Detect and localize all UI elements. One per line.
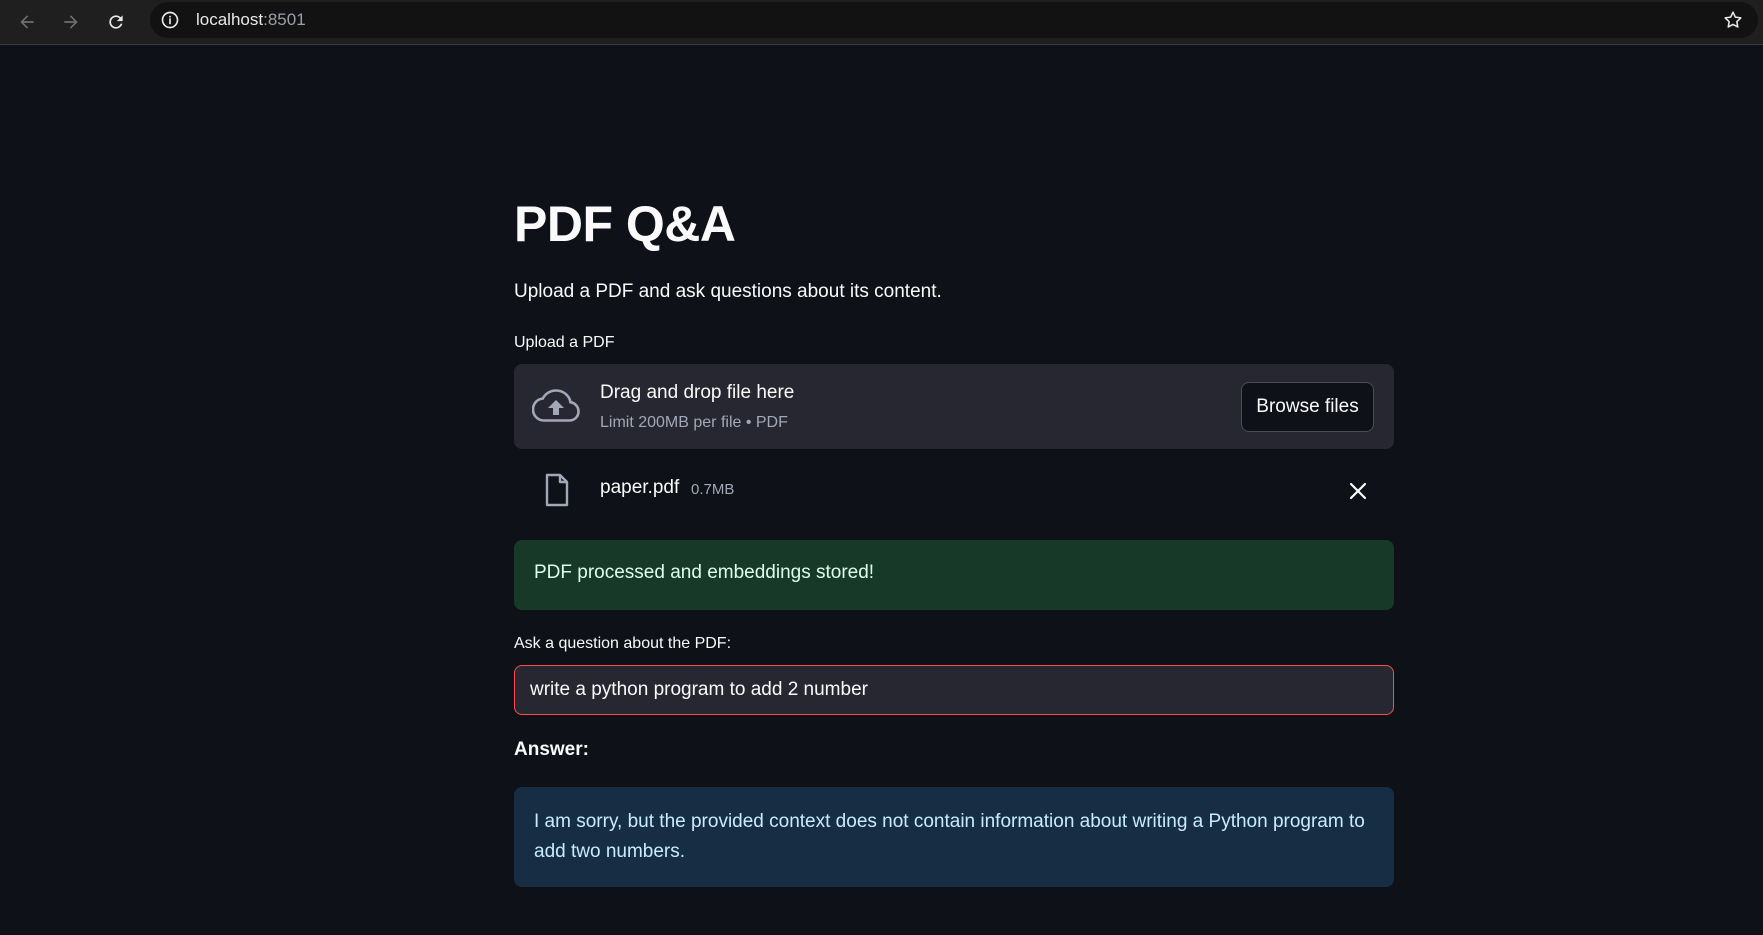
answer-text: I am sorry, but the provided context doe… [534, 811, 1365, 862]
star-icon[interactable] [1722, 9, 1744, 31]
uploaded-file-size: 0.7MB [691, 481, 735, 498]
upload-label: Upload a PDF [514, 334, 615, 351]
close-icon[interactable] [1346, 479, 1370, 503]
file-icon [545, 473, 569, 507]
success-alert: PDF processed and embeddings stored! [514, 540, 1394, 610]
browse-files-button[interactable]: Browse files [1241, 382, 1374, 432]
dropzone-limit: Limit 200MB per file • PDF [600, 414, 788, 431]
question-input[interactable] [514, 665, 1394, 715]
browser-toolbar: localhost:8501 [0, 0, 1763, 45]
cloud-upload-icon [532, 389, 580, 422]
answer-label: Answer: [514, 739, 589, 760]
url-port: :8501 [263, 10, 306, 29]
question-label: Ask a question about the PDF: [514, 635, 732, 652]
page-subtitle: Upload a PDF and ask questions about its… [514, 281, 942, 302]
back-arrow-icon[interactable] [11, 6, 43, 38]
forward-arrow-icon[interactable] [55, 6, 87, 38]
url-text: localhost:8501 [196, 10, 306, 30]
success-message: PDF processed and embeddings stored! [534, 562, 875, 583]
dropzone-instructions: Drag and drop file here [600, 382, 795, 403]
uploaded-file-name: paper.pdf [600, 477, 680, 498]
answer-info-box: I am sorry, but the provided context doe… [514, 787, 1394, 887]
file-dropzone[interactable]: Drag and drop file here Limit 200MB per … [514, 364, 1394, 449]
page-title: PDF Q&A [514, 196, 736, 252]
reload-icon[interactable] [100, 6, 132, 38]
uploaded-file-row: paper.pdf 0.7MB [514, 469, 1394, 519]
url-host: localhost [196, 10, 264, 29]
info-icon[interactable] [160, 10, 180, 30]
address-bar[interactable]: localhost:8501 [150, 2, 1758, 38]
